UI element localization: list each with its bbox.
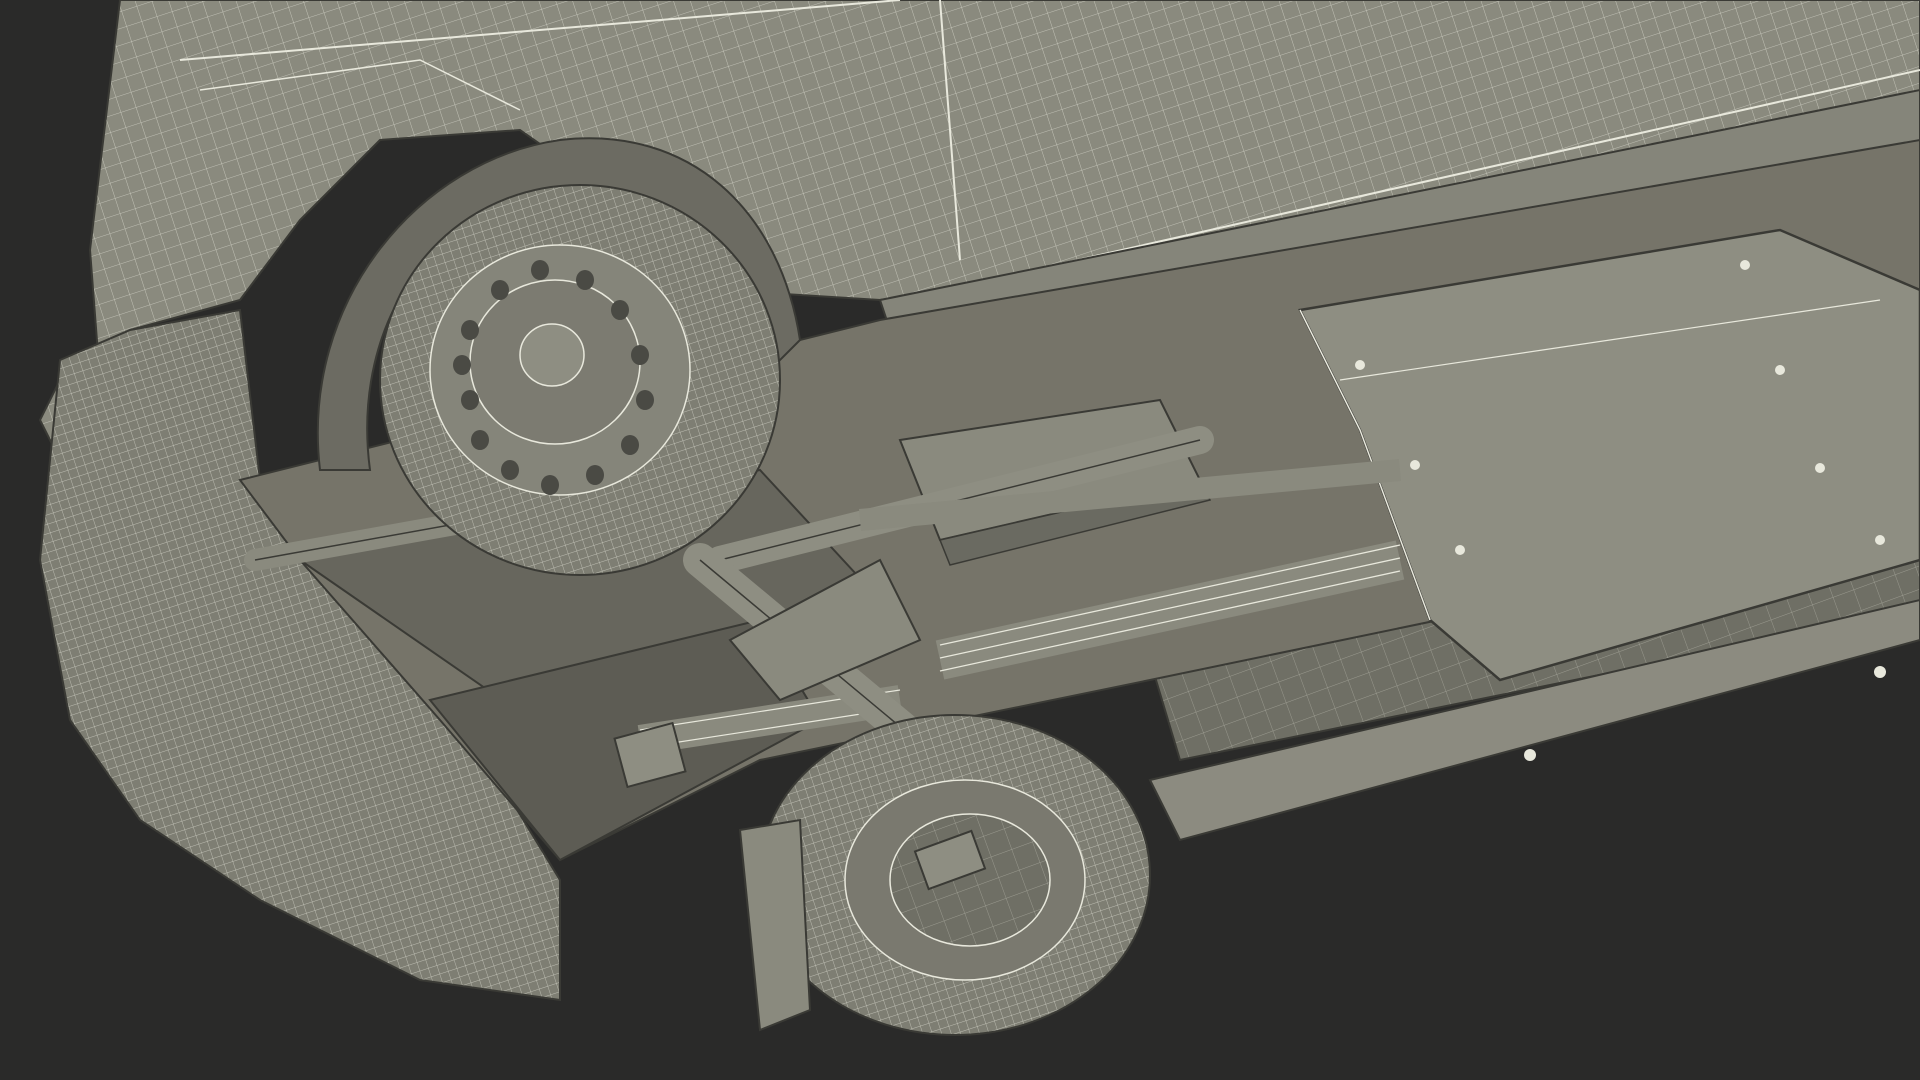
front-wheel (379, 184, 781, 576)
rear-wheel (738, 714, 1151, 1036)
render-canvas (38, 0, 1920, 1036)
